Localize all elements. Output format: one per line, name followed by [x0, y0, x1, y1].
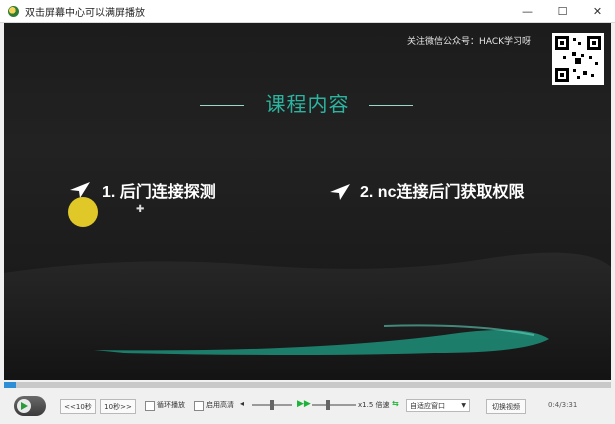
- pointer-arrow-icon: [70, 182, 90, 198]
- hd-checkbox[interactable]: [194, 401, 204, 411]
- rewind-10s-button[interactable]: <<10秒: [60, 399, 96, 414]
- maximize-button[interactable]: ☐: [545, 0, 580, 22]
- window-controls: — ☐ ✕: [510, 0, 615, 22]
- minimize-button[interactable]: —: [510, 0, 545, 22]
- switch-video-button[interactable]: 切换视频: [486, 399, 526, 414]
- title-right-rule: [369, 105, 413, 106]
- playback-time: 0:4/3:31: [548, 401, 578, 409]
- loop-label: 循环播放: [157, 401, 185, 409]
- progress-fill: [4, 382, 17, 388]
- fit-window-select[interactable]: 自适应窗口 ▼: [406, 399, 470, 412]
- speed-knob[interactable]: [326, 400, 330, 410]
- window-title: 双击屏幕中心可以满屏播放: [25, 7, 145, 19]
- hd-label: 启用高清: [206, 401, 234, 409]
- shuffle-icon: ⇆: [392, 399, 399, 408]
- video-area[interactable]: 关注微信公众号：HACK学习呀 课程内容 1. 后门连接探测 2. nc连接后门…: [4, 23, 611, 380]
- play-icon: [21, 402, 28, 410]
- app-icon: [8, 5, 19, 17]
- speed-forward-icon: ▶▶: [297, 399, 311, 409]
- qr-code-icon: [552, 33, 604, 85]
- wechat-watermark: 关注微信公众号：HACK学习呀: [407, 37, 531, 47]
- speed-label: x1.5 倍速: [358, 401, 390, 409]
- volume-knob[interactable]: [270, 400, 274, 410]
- forward-10s-button[interactable]: 10秒>>: [100, 399, 136, 414]
- volume-icon: ◂: [240, 399, 245, 408]
- play-pause-button[interactable]: [14, 396, 46, 416]
- slide-item-1: 1. 后门连接探测: [102, 184, 216, 201]
- slide-title: 课程内容: [265, 92, 350, 116]
- progress-bar[interactable]: [4, 382, 611, 388]
- mouse-cursor-icon: ✚: [136, 204, 145, 215]
- pointer-arrow-icon: [330, 184, 350, 200]
- speed-slider[interactable]: [312, 404, 356, 406]
- slide-item-2: 2. nc连接后门获取权限: [360, 184, 525, 201]
- loop-checkbox[interactable]: [145, 401, 155, 411]
- fit-window-value: 自适应窗口: [410, 401, 445, 410]
- cursor-highlight: [68, 197, 98, 227]
- close-button[interactable]: ✕: [580, 0, 615, 22]
- chevron-down-icon: ▼: [461, 402, 466, 409]
- title-bar: 双击屏幕中心可以满屏播放 — ☐ ✕: [0, 0, 615, 23]
